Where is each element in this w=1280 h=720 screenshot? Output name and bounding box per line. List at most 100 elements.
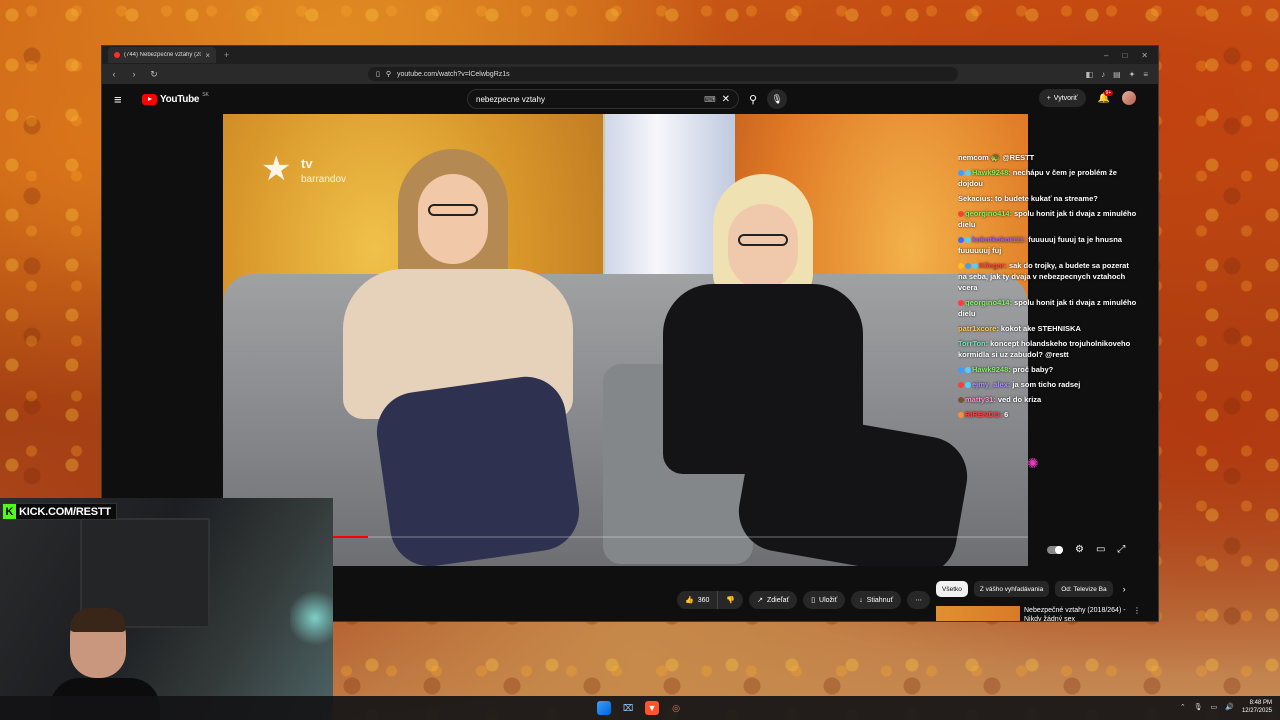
keyboard-icon[interactable]: ⌨	[704, 95, 716, 104]
chat-username[interactable]: georgino414	[965, 209, 1012, 218]
chat-username[interactable]: Sekacius	[958, 194, 993, 203]
extension-icon[interactable]: ♪	[1101, 70, 1105, 79]
site-info-icon[interactable]: ⚲	[386, 70, 391, 78]
video-actions: 👍 360 👎 ↗ Zdieľať ▯ Uložiť ↓ Stiahnuť ⋯	[677, 591, 931, 609]
back-icon[interactable]: ‹	[108, 69, 120, 79]
recommended-thumbnail[interactable]	[936, 606, 1020, 621]
extension-icon[interactable]: ✦	[1129, 70, 1136, 79]
youtube-logo[interactable]: YouTube SK	[142, 92, 209, 105]
url-input[interactable]: ▯ ⚲ youtube.com/watch?v=lCelwbgRz1s	[368, 67, 958, 81]
taskbar: ⌧ ▼ ◎ ⌃ 🎙 ▭ 🔊 8:48 PM 12/27/2025	[0, 696, 1280, 720]
more-actions-button[interactable]: ⋯	[907, 591, 931, 609]
save-button[interactable]: ▯ Uložiť	[803, 591, 846, 609]
theater-mode-icon[interactable]: ▭	[1096, 544, 1105, 555]
chip-from-search[interactable]: Z vášho vyhľadávania	[973, 581, 1050, 597]
chat-badge-icon	[958, 237, 964, 244]
browser-tab[interactable]: (744) Nebezpečné vztahy (20 ×	[108, 47, 216, 63]
chat-username[interactable]: TorrTon	[958, 339, 988, 348]
chat-badge-icon	[958, 263, 964, 270]
youtube-header: ≡ YouTube SK nebezpecne vztahy ⌨ ✕ ⚲ 🎙 +…	[102, 84, 1158, 114]
settings-gear-icon[interactable]: ⚙	[1075, 544, 1084, 555]
like-count: 360	[697, 596, 710, 604]
chat-message: matty31ved do kriza	[958, 394, 1138, 405]
youtube-play-icon	[142, 93, 157, 105]
hamburger-menu-icon[interactable]: ≡	[114, 92, 136, 107]
recommended-title[interactable]: Nebezpečné vztahy (2018/264) - Nikdy žád…	[1024, 606, 1129, 621]
chat-username[interactable]: Hawk9248	[972, 168, 1011, 177]
chat-username[interactable]: Kilegar	[979, 261, 1007, 270]
account-avatar[interactable]	[1122, 91, 1136, 105]
close-tab-icon[interactable]: ×	[205, 51, 210, 60]
chat-username[interactable]: RIRENDO	[965, 410, 1002, 419]
video-progress-bar[interactable]	[223, 536, 1028, 538]
chat-username[interactable]: ejmy_alex	[972, 380, 1010, 389]
chat-badge-icon	[965, 263, 971, 270]
chat-username[interactable]: kokotkokot111	[972, 235, 1026, 244]
chat-badge-icon	[958, 300, 964, 307]
chat-message: Hawk9248proč baby?	[958, 364, 1138, 375]
maximize-icon[interactable]: □	[1122, 51, 1127, 60]
youtube-wordmark: YouTube	[160, 93, 200, 105]
tab-bar: (744) Nebezpečné vztahy (20 × + – □ ✕	[102, 46, 1158, 64]
chat-username[interactable]: patr1xcore	[958, 324, 999, 333]
search-icon[interactable]: ⚲	[749, 93, 757, 106]
clock[interactable]: 8:48 PM 12/27/2025	[1242, 699, 1272, 715]
chat-username[interactable]: Hawk9248	[972, 365, 1011, 374]
chat-message: RIRENDO6	[958, 409, 1138, 420]
download-button[interactable]: ↓ Stiahnuť	[851, 591, 902, 609]
terminal-icon[interactable]: ⌧	[621, 701, 635, 715]
microphone-tray-icon[interactable]: 🎙	[1194, 703, 1203, 711]
minimize-icon[interactable]: –	[1104, 51, 1108, 60]
clock-time: 8:48 PM	[1249, 700, 1272, 706]
brave-browser-icon[interactable]: ▼	[645, 701, 659, 715]
search-input[interactable]: nebezpecne vztahy ⌨ ✕	[467, 89, 739, 109]
chat-text: ja som ticho radsej	[1012, 380, 1081, 389]
forward-icon[interactable]: ›	[128, 69, 140, 79]
chip-all[interactable]: Všetko	[936, 581, 968, 597]
chip-from-channel[interactable]: Od: Televize Ba	[1055, 581, 1113, 597]
extension-icon[interactable]: ◧	[1086, 70, 1094, 79]
bookmark-icon[interactable]: ▯	[376, 70, 380, 78]
chat-badge-icon	[965, 382, 971, 389]
more-icon: ⋯	[915, 597, 923, 604]
extension-icon[interactable]: ▤	[1113, 70, 1121, 79]
chat-text: proč baby?	[1012, 365, 1054, 374]
chat-message: georgino414spolu honit jak ti dvaja z mi…	[958, 297, 1138, 319]
new-tab-icon[interactable]: +	[224, 50, 229, 60]
microphone-icon[interactable]: 🎙	[767, 89, 788, 109]
chat-text: ved do kriza	[997, 395, 1042, 404]
dislike-button[interactable]: 👎	[717, 591, 744, 609]
network-icon[interactable]: ▭	[1211, 703, 1218, 711]
close-window-icon[interactable]: ✕	[1141, 51, 1148, 60]
fullscreen-icon[interactable]: ⤢	[1117, 544, 1125, 555]
chat-message: kokotkokot111fuuuuuj fuuuj ta je hnusna …	[958, 234, 1138, 256]
chat-text: to budete kukať na streame?	[995, 194, 1098, 203]
create-button[interactable]: + Vytvoriť	[1038, 89, 1086, 107]
chat-badge-icon	[965, 367, 971, 374]
share-button[interactable]: ↗ Zdieľať	[749, 591, 798, 609]
autoplay-toggle[interactable]	[1047, 545, 1063, 554]
more-vert-icon[interactable]: ⋮	[1133, 606, 1141, 621]
tray-overflow-icon[interactable]: ⌃	[1180, 703, 1186, 711]
volume-icon[interactable]: 🔊	[1225, 703, 1234, 711]
chat-message: nemcom 🐢 @RESTT	[958, 152, 1138, 163]
chat-username[interactable]: matty31	[965, 395, 996, 404]
clear-search-icon[interactable]: ✕	[722, 94, 730, 105]
app-icon[interactable]: ◎	[669, 701, 683, 715]
windows-start-icon[interactable]	[597, 701, 611, 715]
share-icon: ↗	[757, 597, 763, 604]
search-area: nebezpecne vztahy ⌨ ✕ ⚲ 🎙	[467, 89, 788, 109]
like-button[interactable]: 👍 360	[677, 591, 718, 609]
recommended-video[interactable]: Nebezpečné vztahy (2018/264) - Nikdy žád…	[936, 606, 1141, 621]
menu-icon[interactable]: ≡	[1143, 70, 1148, 79]
reload-icon[interactable]: ↻	[148, 69, 160, 80]
chevron-right-icon[interactable]: ›	[1123, 584, 1126, 594]
clock-date: 12/27/2025	[1241, 708, 1272, 714]
chat-message: Kilegarsak do trojky, a budete sa pozera…	[958, 260, 1138, 293]
notifications-button[interactable]: 🔔 9+	[1098, 89, 1114, 104]
video-player[interactable]: ★ tv barrandov	[223, 114, 1028, 566]
kick-spinner-icon: ✺	[1027, 455, 1039, 471]
address-bar: ‹ › ↻ ▯ ⚲ youtube.com/watch?v=lCelwbgRz1…	[102, 64, 1158, 84]
chat-badge-icon	[958, 211, 964, 218]
chat-username[interactable]: georgino414	[965, 298, 1012, 307]
